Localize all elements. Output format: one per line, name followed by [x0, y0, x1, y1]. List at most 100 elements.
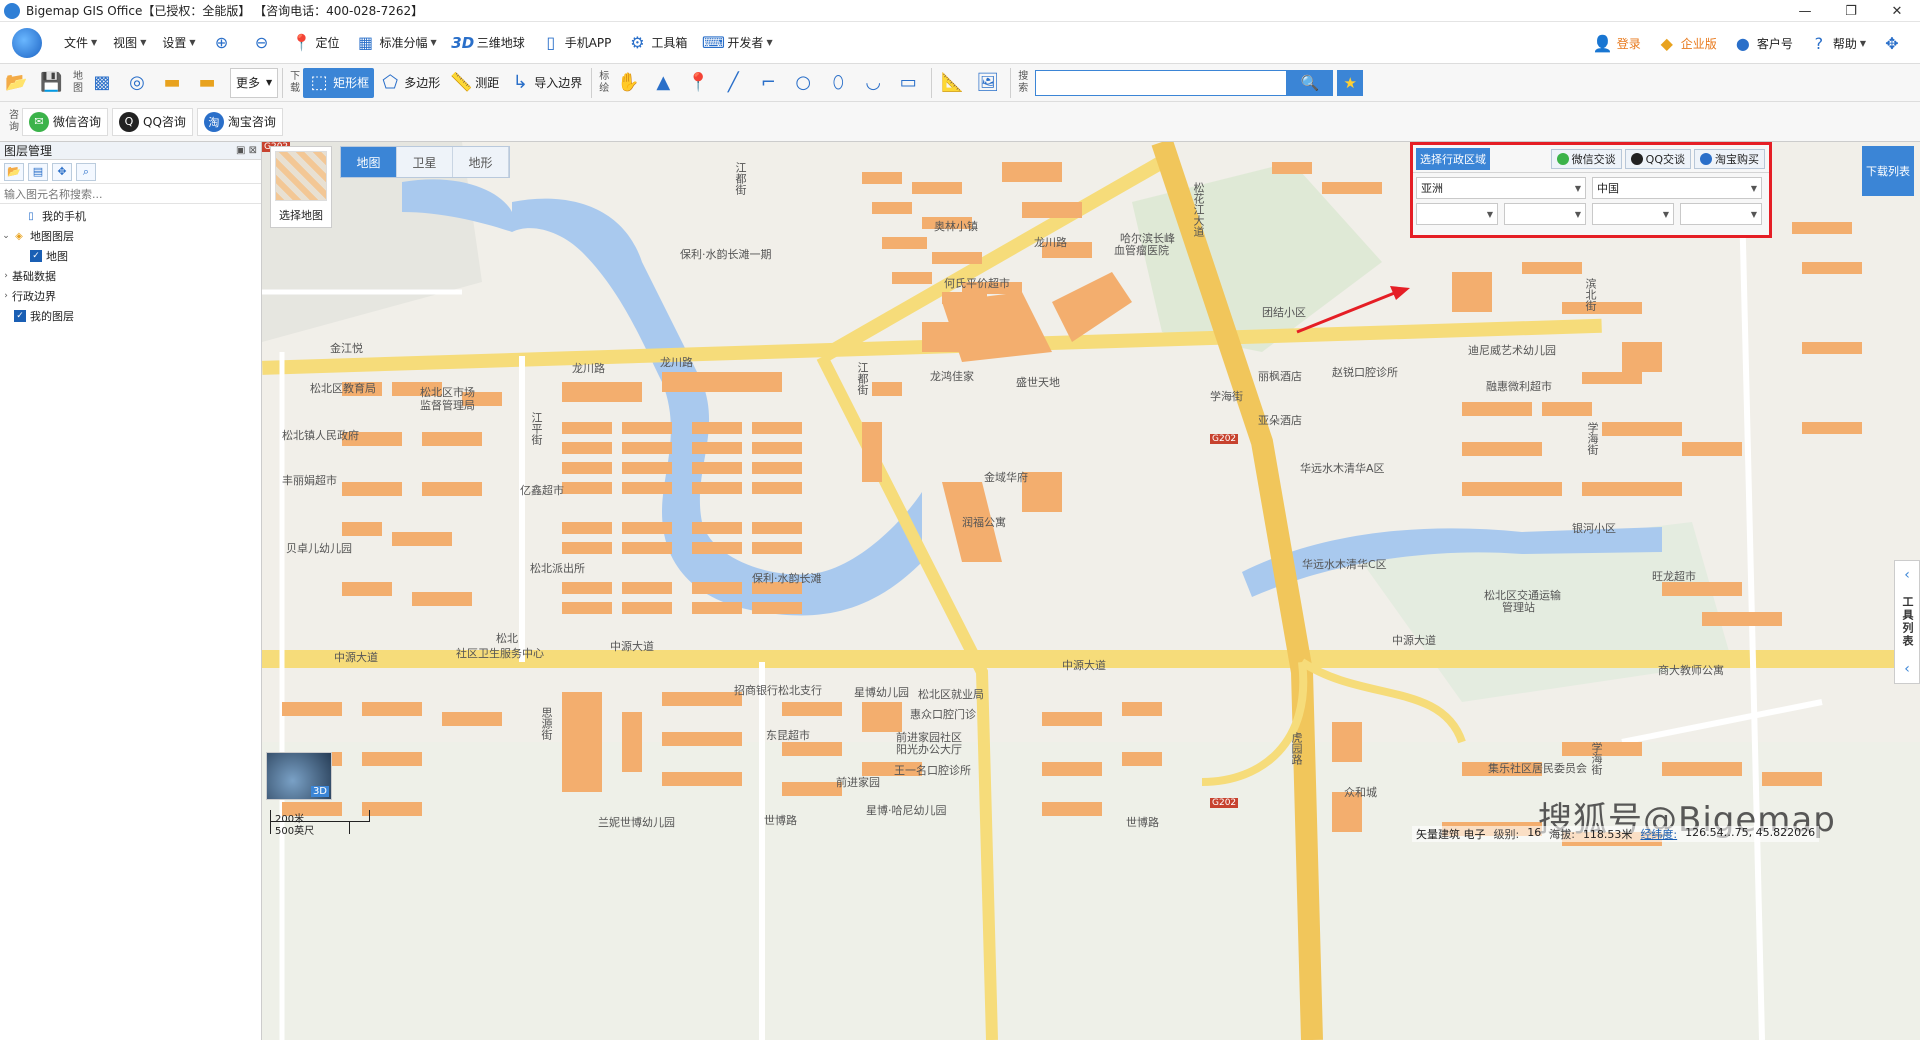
close-button[interactable]: ✕	[1874, 0, 1920, 22]
tree-item-label: 地图	[46, 250, 68, 263]
search-group-label: 搜索	[1018, 70, 1029, 94]
favorite-button[interactable]: ★	[1337, 69, 1364, 96]
polygon-select-button[interactable]: ⬠ 多边形	[374, 68, 445, 98]
map-label: 松北镇人民政府	[282, 429, 359, 442]
settings-circle-button[interactable]: ✥	[1874, 28, 1914, 58]
pin-icon[interactable]: ▣	[236, 145, 245, 156]
chevron-left-icon[interactable]: ‹	[1904, 567, 1910, 583]
image-button[interactable]: 🖼	[971, 68, 1006, 98]
toolbar-divider	[931, 67, 933, 98]
maximize-button[interactable]: ❐	[1828, 0, 1874, 22]
search-button[interactable]: 🔍	[1287, 69, 1334, 96]
choose-map-button[interactable]: 选择地图	[270, 146, 332, 228]
chevron-left-icon[interactable]: ‹	[1904, 661, 1910, 677]
search-layer-button[interactable]: ⌕	[76, 162, 96, 181]
import-boundary-button[interactable]: ↳ 导入边界	[504, 68, 587, 98]
map-source-2-button[interactable]: ▬	[156, 68, 191, 98]
search-input[interactable]	[1035, 69, 1288, 96]
tree-item-basic-data[interactable]: › 基础数据	[0, 266, 261, 286]
mobile-app-button[interactable]: ▯ 手机APP	[533, 28, 620, 58]
save-layer-button[interactable]: ▤	[28, 162, 48, 181]
chevron-right-icon[interactable]: ›	[0, 271, 12, 281]
pointer-button[interactable]: ▲	[647, 68, 682, 98]
city-select[interactable]: ▼	[1504, 203, 1586, 225]
locate-button[interactable]: 📍 定位	[284, 28, 348, 58]
ellipse-button[interactable]: ⬯	[822, 68, 857, 98]
download-list-button[interactable]: 下载列表	[1862, 146, 1914, 196]
login-label: 登录	[1616, 36, 1641, 51]
curve-button[interactable]: ◡	[857, 68, 892, 98]
tree-item-my-phone[interactable]: ▯ 我的手机	[0, 206, 261, 226]
help-button[interactable]: ? 帮助 ▼	[1801, 28, 1874, 58]
region-row-1: 亚洲 ▼ 中国 ▼	[1413, 173, 1769, 199]
open-button[interactable]: 📂	[0, 68, 35, 98]
tab-map[interactable]: 地图	[341, 147, 397, 177]
tab-satellite[interactable]: 卫星	[397, 147, 453, 177]
more-button[interactable]: 更多 ▼	[230, 67, 279, 98]
checkbox-checked-icon[interactable]: ✓	[30, 250, 42, 262]
zoom-out-button[interactable]: ⊖	[244, 28, 284, 58]
menu-settings[interactable]: 设置 ▼	[154, 28, 203, 58]
developer-button[interactable]: ⌨ 开发者 ▼	[695, 28, 780, 58]
login-button[interactable]: 👤 登录	[1585, 28, 1649, 58]
measure-button[interactable]: 📏 测距	[445, 68, 504, 98]
map-label: 松花江大道	[1192, 182, 1205, 237]
standard-sheet-button[interactable]: ▦ 标准分幅 ▼	[348, 28, 445, 58]
minimize-button[interactable]: —	[1782, 0, 1828, 22]
app-logo-icon[interactable]	[12, 27, 42, 58]
rectangle-button[interactable]: ▭	[892, 68, 927, 98]
wechat-consult-button[interactable]: ✉ 微信咨询	[22, 107, 109, 136]
standard-sheet-label: 标准分幅	[379, 36, 428, 50]
measure-tool-button[interactable]: 📐	[936, 68, 971, 98]
tab-terrain[interactable]: 地形	[453, 147, 509, 177]
taobao-buy-button[interactable]: 淘宝购买	[1694, 148, 1765, 169]
tree-item-admin-boundary[interactable]: › 行政边界	[0, 286, 261, 306]
close-icon[interactable]: ⊠	[249, 145, 257, 156]
3d-globe-thumbnail[interactable]: 3D	[266, 752, 332, 800]
3d-globe-button[interactable]: 3D 三维地球	[445, 28, 533, 58]
chevron-down-icon[interactable]: ⌄	[0, 231, 12, 241]
line-icon: ╱	[727, 72, 739, 93]
tree-item-map-layers[interactable]: ⌄ ◈ 地图图层	[0, 226, 261, 246]
layer-search-input[interactable]: 输入图元名称搜索...	[0, 184, 261, 204]
consult-group-label: 咨询	[9, 109, 19, 133]
tool-list-tab[interactable]: ‹ 工具列表 ‹	[1894, 560, 1920, 684]
qq-chat-button[interactable]: QQ交谈	[1624, 148, 1691, 169]
tree-item-map[interactable]: ✓ 地图	[0, 246, 261, 266]
customer-id-button[interactable]: ● 客户号	[1725, 28, 1801, 58]
wechat-chat-button[interactable]: 微信交谈	[1550, 148, 1622, 169]
chevron-right-icon[interactable]: ›	[0, 291, 12, 301]
province-select[interactable]: ▼	[1416, 203, 1498, 225]
map-label: 华远水木清华A区	[1300, 462, 1385, 475]
status-coord-label[interactable]: 经纬度:	[1640, 826, 1677, 842]
toolbox-button[interactable]: ⚙ 工具箱	[619, 28, 695, 58]
save-button[interactable]: 💾	[35, 68, 70, 98]
locate-layer-button[interactable]: ✥	[52, 162, 72, 181]
town-select[interactable]: ▼	[1680, 203, 1762, 225]
zoom-in-button[interactable]: ⊕	[204, 28, 244, 58]
map-canvas[interactable]: 江都街 保利·水韵长滩一期 奥林小镇 哈尔滨长峰 血管瘤医院 松花江大道 何氏平价超市 龙川路…	[262, 142, 1920, 1040]
scale-feet: 500英尺	[270, 822, 350, 837]
map-label: 丽枫酒店	[1258, 370, 1302, 383]
rectangle-select-button[interactable]: ⬚ 矩形框	[303, 67, 375, 98]
district-select[interactable]: ▼	[1592, 203, 1674, 225]
map-source-1-button[interactable]: ◎	[121, 68, 156, 98]
tree-item-my-layers[interactable]: ✓ 我的图层	[0, 306, 261, 326]
enterprise-button[interactable]: ◆ 企业版	[1649, 28, 1725, 58]
open-layer-button[interactable]: 📂	[4, 162, 24, 181]
map-source-3-button[interactable]: ▬	[191, 68, 226, 98]
circle-button[interactable]: ○	[787, 68, 822, 98]
taobao-consult-button[interactable]: 淘淘宝咨询	[196, 107, 283, 136]
pan-button[interactable]: ✋	[612, 68, 647, 98]
line-button[interactable]: ╱	[717, 68, 752, 98]
tree-item-label: 我的手机	[42, 210, 86, 223]
menu-file[interactable]: 文件 ▼	[56, 28, 105, 58]
marker-button[interactable]: 📍	[682, 68, 717, 98]
qq-consult-button[interactable]: Q QQ咨询	[112, 107, 193, 136]
menu-view[interactable]: 视图 ▼	[105, 28, 154, 58]
continent-select[interactable]: 亚洲 ▼	[1416, 177, 1586, 199]
map-layers-button[interactable]: ▩	[86, 68, 121, 98]
country-select[interactable]: 中国 ▼	[1592, 177, 1762, 199]
checkbox-checked-icon[interactable]: ✓	[14, 310, 26, 322]
polyline-button[interactable]: ⌐	[752, 68, 787, 98]
